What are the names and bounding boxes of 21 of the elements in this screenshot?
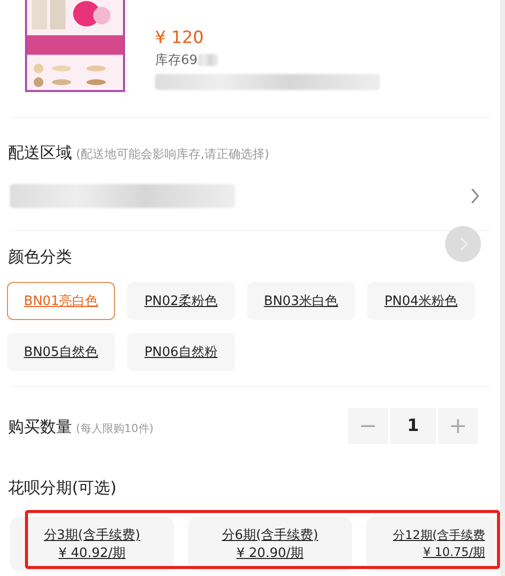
chevron-right-icon[interactable] [470, 187, 480, 205]
chevron-button-icon[interactable] [445, 226, 481, 262]
color-option[interactable]: PN06自然粉 [127, 333, 235, 371]
blurred-text [198, 54, 218, 66]
section-title: 配送区域 [8, 143, 72, 164]
section-title: 购买数量 [8, 417, 72, 438]
stock-text: 库存69 [155, 52, 198, 69]
section-title: 花呗分期(可选) [8, 478, 116, 499]
quantity-value[interactable]: 1 [390, 408, 436, 444]
color-option[interactable]: PN02柔粉色 [127, 282, 235, 320]
installment-option[interactable]: 分12期(含手续费 ¥ 10.75/期 [366, 517, 500, 571]
color-option[interactable]: BN03米白色 [247, 282, 355, 320]
section-title: 颜色分类 [8, 247, 72, 268]
hint-text: (每人限购10件) [76, 421, 154, 436]
blurred-address[interactable] [10, 184, 235, 208]
price: ¥ 120 [155, 28, 205, 48]
color-option[interactable]: BN05自然色 [7, 333, 115, 371]
installment-option[interactable]: 分6期(含手续费) ¥ 20.90/期 [188, 517, 352, 571]
installment-option[interactable]: 分3期(含手续费) ¥ 40.92/期 [10, 517, 174, 571]
hint-text: (配送地可能会影响库存,请正确选择) [76, 146, 270, 163]
color-option[interactable]: PN04米粉色 [367, 282, 475, 320]
